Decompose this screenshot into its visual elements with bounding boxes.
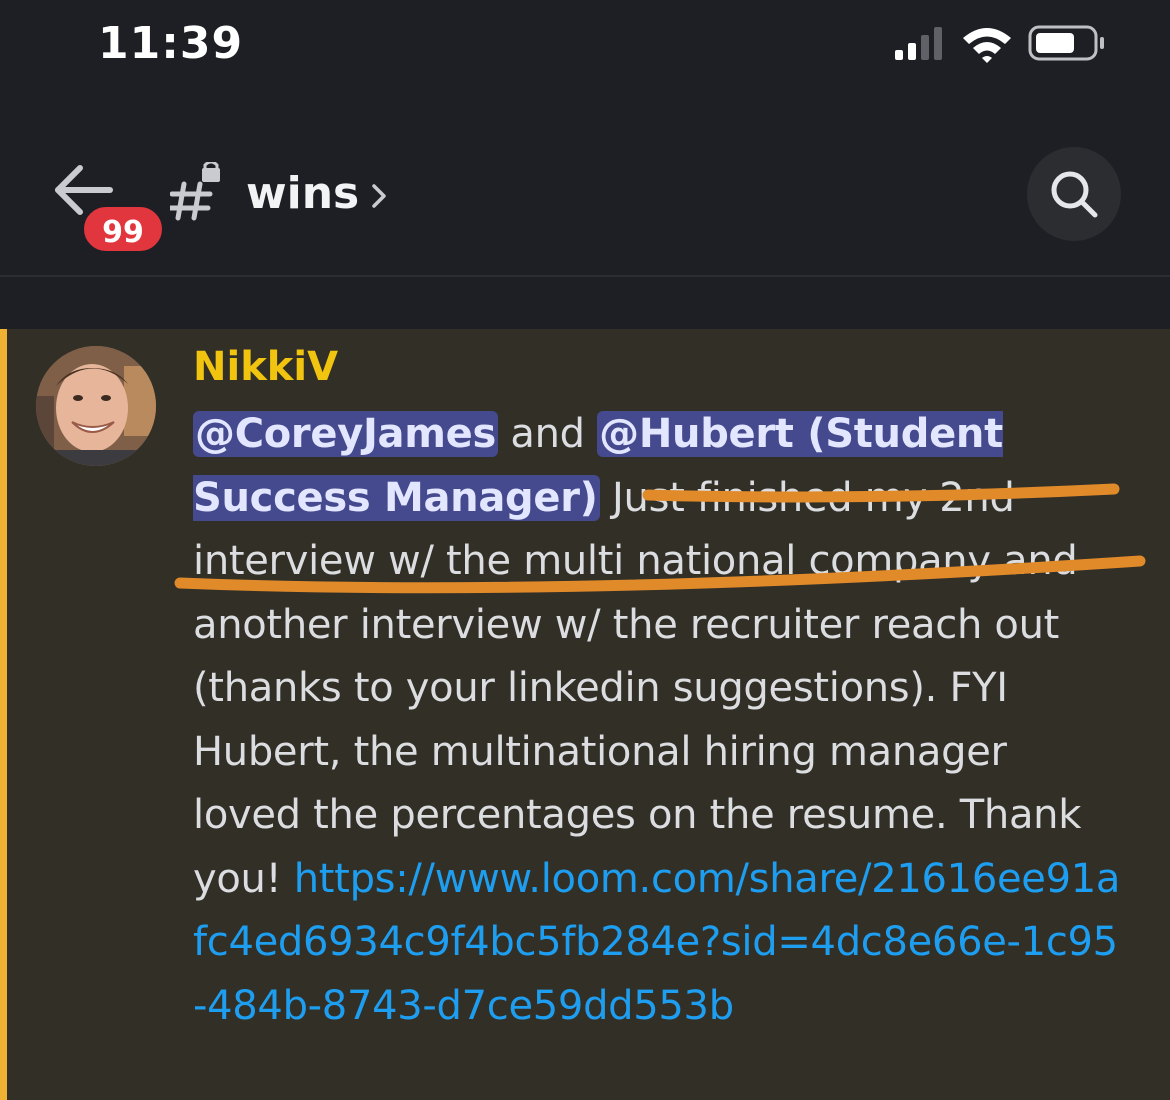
message-list-top	[0, 277, 1170, 329]
message-body: Just finished my 2nd interview w/ the mu…	[193, 474, 1082, 902]
avatar[interactable]	[36, 346, 156, 466]
cellular-signal-icon	[895, 27, 942, 60]
hash-lock-icon	[167, 160, 224, 222]
status-bar: 11:39	[0, 0, 1170, 100]
mention-highlight-bar	[0, 329, 7, 1100]
user-mention-corey[interactable]: @CoreyJames	[193, 411, 498, 457]
chevron-right-icon[interactable]	[368, 178, 392, 214]
unread-badge: 99	[80, 203, 166, 255]
message-text-and: and	[497, 411, 598, 457]
search-icon	[1051, 171, 1098, 218]
search-button[interactable]	[1027, 147, 1121, 241]
battery-icon	[1028, 25, 1104, 61]
message-author[interactable]: NikkiV	[193, 341, 338, 393]
loom-link[interactable]: https://www.loom.com/share/21616ee91afc4…	[193, 856, 1120, 1029]
status-time: 11:39	[98, 18, 244, 69]
wifi-icon	[963, 28, 1011, 63]
channel-header: 99 wins	[0, 100, 1170, 277]
message-content: @CoreyJames and @Hubert (Student Success…	[193, 403, 1123, 1038]
highlighted-message[interactable]: NikkiV @CoreyJames and @Hubert (Student …	[0, 329, 1170, 1100]
status-icons	[895, 22, 1115, 66]
channel-name[interactable]: wins	[246, 166, 359, 222]
